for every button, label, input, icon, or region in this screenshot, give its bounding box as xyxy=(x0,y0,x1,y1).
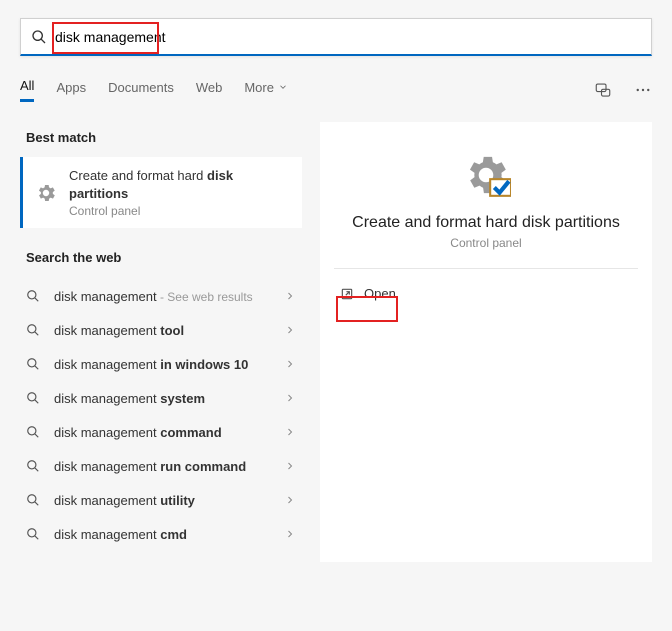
web-suggestion-item[interactable]: disk management tool xyxy=(20,313,302,347)
best-match-title: Create and format hard disk partitions xyxy=(69,167,233,202)
web-suggestion-label: disk management command xyxy=(54,425,272,440)
search-icon xyxy=(26,391,42,405)
web-suggestion-label: disk management run command xyxy=(54,459,272,474)
tab-label: All xyxy=(20,78,34,93)
tab-more[interactable]: More xyxy=(244,80,288,101)
best-match-subtitle: Control panel xyxy=(69,204,233,218)
search-bar[interactable] xyxy=(20,18,652,56)
web-suggestion-label: disk management utility xyxy=(54,493,272,508)
web-suggestion-label: disk management tool xyxy=(54,323,272,338)
detail-subtitle: Control panel xyxy=(334,236,638,250)
chevron-right-icon xyxy=(284,494,296,506)
web-suggestion-item[interactable]: disk management - See web results xyxy=(20,279,302,313)
chevron-right-icon xyxy=(284,290,296,302)
web-suggestion-item[interactable]: disk management in windows 10 xyxy=(20,347,302,381)
open-external-icon xyxy=(340,287,354,301)
tab-label: Apps xyxy=(56,80,86,95)
search-input[interactable] xyxy=(55,29,641,45)
results-panel: Best match Create and format hard disk p… xyxy=(20,122,302,562)
web-suggestion-item[interactable]: disk management cmd xyxy=(20,517,302,551)
tab-label: Documents xyxy=(108,80,174,95)
open-action[interactable]: Open xyxy=(334,281,638,306)
search-icon xyxy=(26,289,42,303)
tab-documents[interactable]: Documents xyxy=(108,80,174,101)
web-suggestion-label: disk management cmd xyxy=(54,527,272,542)
web-suggestion-label: disk management system xyxy=(54,391,272,406)
search-icon xyxy=(26,425,42,439)
web-suggestion-item[interactable]: disk management run command xyxy=(20,449,302,483)
best-match-text: Create and format hard disk partitions C… xyxy=(69,167,233,218)
open-label: Open xyxy=(364,286,396,301)
chevron-right-icon xyxy=(284,392,296,404)
web-suggestion-item[interactable]: disk management utility xyxy=(20,483,302,517)
best-match-item[interactable]: Create and format hard disk partitions C… xyxy=(20,157,302,228)
feedback-icon[interactable] xyxy=(594,81,612,99)
search-window: All Apps Documents Web More Best match xyxy=(0,0,672,580)
chevron-right-icon xyxy=(284,358,296,370)
divider xyxy=(334,268,638,269)
chevron-right-icon xyxy=(284,528,296,540)
detail-icon-container xyxy=(334,150,638,200)
chevron-right-icon xyxy=(284,324,296,336)
best-match-header: Best match xyxy=(20,122,302,153)
tab-label: More xyxy=(244,80,274,95)
detail-panel: Create and format hard disk partitions C… xyxy=(320,122,652,562)
web-suggestion-item[interactable]: disk management system xyxy=(20,381,302,415)
gear-check-icon xyxy=(461,150,511,200)
tabs: All Apps Documents Web More xyxy=(20,78,652,104)
search-icon xyxy=(26,357,42,371)
chevron-right-icon xyxy=(284,460,296,472)
search-icon xyxy=(26,459,42,473)
web-suggestions-list: disk management - See web results disk ma… xyxy=(20,279,302,551)
web-suggestion-label: disk management in windows 10 xyxy=(54,357,272,372)
search-icon xyxy=(26,527,42,541)
tab-apps[interactable]: Apps xyxy=(56,80,86,101)
chevron-right-icon xyxy=(284,426,296,438)
search-icon xyxy=(26,493,42,507)
web-suggestion-item[interactable]: disk management command xyxy=(20,415,302,449)
gear-icon xyxy=(35,182,57,204)
web-suggestion-label: disk management - See web results xyxy=(54,289,272,304)
search-web-header: Search the web xyxy=(20,242,302,273)
detail-title: Create and format hard disk partitions xyxy=(334,214,638,232)
search-icon xyxy=(26,323,42,337)
more-options-icon[interactable] xyxy=(634,81,652,99)
tab-label: Web xyxy=(196,80,223,95)
chevron-down-icon xyxy=(278,82,288,92)
search-icon xyxy=(31,29,47,45)
main-content: Best match Create and format hard disk p… xyxy=(20,122,652,562)
tab-web[interactable]: Web xyxy=(196,80,223,101)
tab-all[interactable]: All xyxy=(20,78,34,102)
